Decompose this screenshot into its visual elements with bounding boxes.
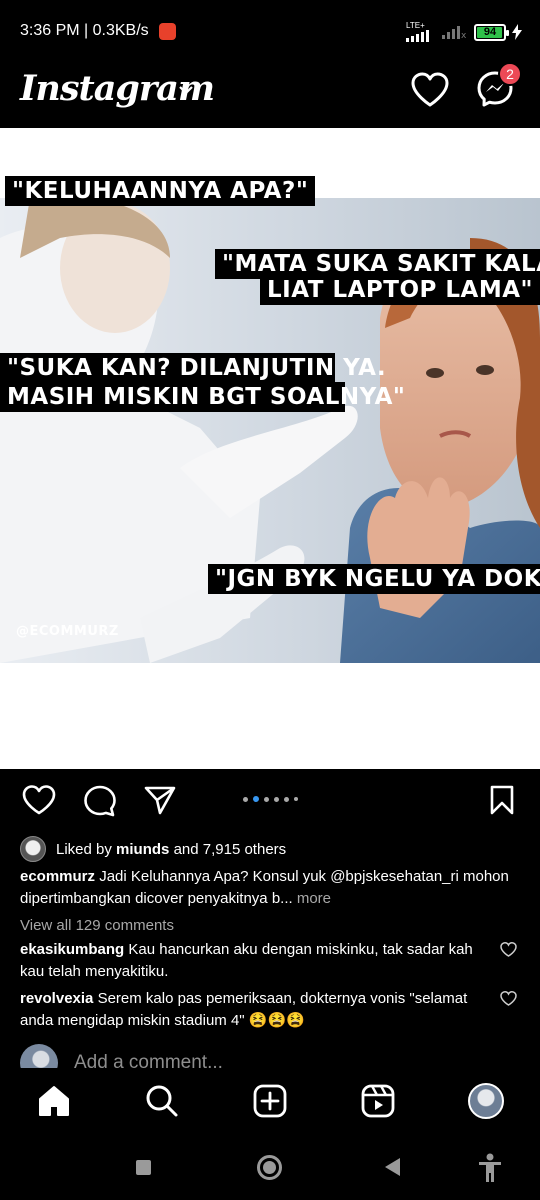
signal-icon: LTE+ (406, 22, 436, 42)
accessibility-icon[interactable] (478, 1153, 502, 1183)
signal-2-icon: x (442, 26, 467, 39)
profile-avatar[interactable] (468, 1083, 504, 1119)
post-image[interactable]: "KELUHAANNYA APA?" "MATA SUKA SAKIT KALA… (0, 128, 540, 769)
heart-icon[interactable] (410, 72, 450, 108)
image-caption-4: "JGN BYK NGELU YA DOK?" (208, 564, 540, 594)
comment-icon[interactable] (83, 785, 117, 817)
caption-more-link[interactable]: more (297, 890, 331, 907)
view-all-comments[interactable]: View all 129 comments (20, 917, 174, 934)
comment-username[interactable]: ekasikumbang (20, 941, 124, 958)
carousel-dot (243, 796, 248, 802)
status-icons: LTE+ x 94 (406, 22, 522, 42)
chevron-down-icon[interactable] (178, 84, 194, 96)
likes-count[interactable]: and 7,915 others (174, 841, 287, 858)
carousel-dot (294, 797, 298, 801)
status-time: 3:36 PM | 0.3KB/s (20, 22, 149, 39)
image-watermark: @ECOMMURZ (16, 624, 119, 639)
svg-text:x: x (461, 31, 467, 39)
carousel-dot (274, 796, 279, 802)
status-bar: 3:36 PM | 0.3KB/s LTE+ x 94 (0, 0, 540, 62)
like-icon[interactable] (22, 785, 56, 815)
liker-avatar (20, 836, 46, 862)
reels-icon[interactable] (361, 1084, 395, 1118)
image-caption-3-line2: MASIH MISKIN BGT SOALNYA" (0, 382, 405, 412)
back-button[interactable] (385, 1158, 400, 1176)
carousel-dot (264, 796, 269, 802)
comment-item: revolvexia Serem kalo pas pemeriksaan, d… (20, 988, 490, 1032)
battery-icon: 94 (474, 23, 509, 41)
create-post-icon[interactable] (253, 1084, 287, 1118)
system-nav-bar (0, 1138, 540, 1200)
notification-app-icon (159, 23, 176, 40)
liker-username[interactable]: miunds (116, 841, 169, 858)
likes-prefix: Liked by (56, 840, 112, 858)
battery-level: 94 (483, 26, 497, 38)
post-actions (0, 769, 540, 829)
app-header: Instagram 2 (0, 62, 540, 128)
carousel-dot (284, 796, 289, 802)
share-icon[interactable] (144, 785, 176, 815)
home-button[interactable] (257, 1155, 282, 1180)
carousel-dot-active (253, 796, 259, 802)
notification-badge: 2 (498, 62, 522, 86)
home-icon[interactable] (37, 1084, 71, 1118)
network-type: LTE+ (406, 21, 425, 30)
image-caption-3-line1: "SUKA KAN? DILANJUTIN YA. (0, 353, 386, 383)
charging-icon (512, 24, 522, 40)
image-caption-1: "KELUHAANNYA APA?" (5, 176, 316, 206)
likes-row[interactable]: Liked by miunds and 7,915 others (20, 836, 286, 862)
image-caption-2-line2: LIAT LAPTOP LAMA" (260, 275, 540, 305)
comment-item: ekasikumbang Kau hancurkan aku dengan mi… (20, 939, 490, 983)
comment-username[interactable]: revolvexia (20, 990, 93, 1007)
comment-like-icon[interactable] (500, 991, 517, 1006)
bottom-nav (0, 1068, 540, 1138)
post-caption: ecommurz Jadi Keluhannya Apa? Konsul yuk… (20, 866, 525, 910)
likes-text: Liked by miunds and 7,915 others (56, 841, 286, 858)
carousel-indicator (243, 796, 298, 802)
comment-like-icon[interactable] (500, 942, 517, 957)
caption-username[interactable]: ecommurz (20, 868, 95, 885)
bookmark-icon[interactable] (489, 785, 515, 815)
search-icon[interactable] (145, 1084, 179, 1118)
recents-button[interactable] (136, 1160, 151, 1175)
